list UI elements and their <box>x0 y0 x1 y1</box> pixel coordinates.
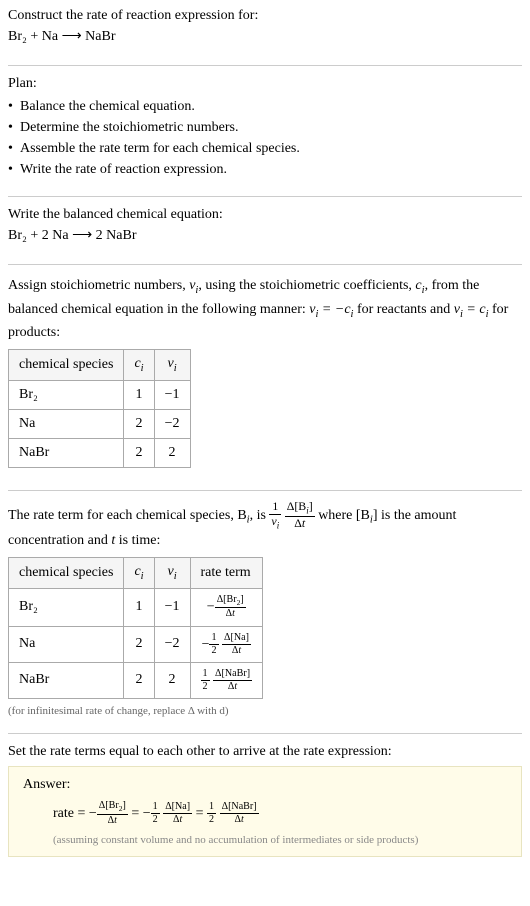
col-species: chemical species <box>9 350 124 381</box>
plan-item: Write the rate of reaction expression. <box>8 159 522 180</box>
text: Assign stoichiometric numbers, <box>8 278 189 293</box>
table-row: Br₂ 1 −1 <box>9 380 191 409</box>
plan-section: Plan: Balance the chemical equation. Det… <box>8 76 522 186</box>
divider <box>8 733 522 734</box>
species-cell: Na <box>9 409 124 438</box>
ci-cell: 1 <box>124 588 154 626</box>
divider <box>8 264 522 265</box>
rateterm-section: The rate term for each chemical species,… <box>8 501 522 723</box>
rateterm-cell: −12 Δ[Na]Δt <box>190 626 263 662</box>
table-row: Br₂ 1 −1 −Δ[Br2]Δt <box>9 588 263 626</box>
rateterm-description: The rate term for each chemical species,… <box>8 501 522 551</box>
ci-cell: 2 <box>124 626 154 662</box>
answer-label: Answer: <box>23 777 507 793</box>
frac-delta-bi-dt: Δ[Bi]Δt <box>285 501 315 530</box>
table-row: Na 2 −2 <box>9 409 191 438</box>
answer-box: Answer: rate = −Δ[Br2]Δt = −12 Δ[Na]Δt =… <box>8 766 522 857</box>
plan-item: Assemble the rate term for each chemical… <box>8 138 522 159</box>
final-title: Set the rate terms equal to each other t… <box>8 744 522 760</box>
rateterm-cell: 12 Δ[NaBr]Δt <box>190 662 263 698</box>
ci-cell: 1 <box>124 380 154 409</box>
table-caption: (for infinitesimal rate of change, repla… <box>8 705 522 717</box>
rate-expression: rate = −Δ[Br2]Δt = −12 Δ[Na]Δt = 12 Δ[Na… <box>23 799 507 830</box>
species-cell: Br₂ <box>9 380 124 409</box>
nui-cell: −1 <box>154 588 190 626</box>
nui-cell: −2 <box>154 409 190 438</box>
species-cell: NaBr <box>9 662 124 698</box>
col-nui: νi <box>154 350 190 381</box>
text: rate = <box>53 806 89 821</box>
stoich-description: Assign stoichiometric numbers, νi, using… <box>8 275 522 343</box>
balanced-title: Write the balanced chemical equation: <box>8 207 522 223</box>
nui-cell: 2 <box>154 438 190 467</box>
stoich-table: chemical species ci νi Br₂ 1 −1 Na 2 −2 … <box>8 349 191 468</box>
nu-i-symbol: νi <box>189 278 198 293</box>
species-cell: Na <box>9 626 124 662</box>
header-section: Construct the rate of reaction expressio… <box>8 8 522 55</box>
species-cell: NaBr <box>9 438 124 467</box>
divider <box>8 65 522 66</box>
problem-title: Construct the rate of reaction expressio… <box>8 8 522 24</box>
table-row: NaBr 2 2 <box>9 438 191 467</box>
plan-item: Determine the stoichiometric numbers. <box>8 117 522 138</box>
stoich-section: Assign stoichiometric numbers, νi, using… <box>8 275 522 480</box>
table-row: Na 2 −2 −12 Δ[Na]Δt <box>9 626 263 662</box>
text: The rate term for each chemical species,… <box>8 508 247 523</box>
c-i-symbol: ci <box>415 278 424 293</box>
divider <box>8 196 522 197</box>
col-nui: νi <box>154 558 190 589</box>
text: , using the stoichiometric coefficients, <box>198 278 415 293</box>
nui-cell: −1 <box>154 380 190 409</box>
plan-title: Plan: <box>8 76 522 92</box>
plan-list: Balance the chemical equation. Determine… <box>8 96 522 180</box>
table-row: NaBr 2 2 12 Δ[NaBr]Δt <box>9 662 263 698</box>
table-header-row: chemical species ci νi rate term <box>9 558 263 589</box>
species-cell: Br₂ <box>9 588 124 626</box>
text: where [B <box>318 508 370 523</box>
col-species: chemical species <box>9 558 124 589</box>
col-ci: ci <box>124 558 154 589</box>
nui-cell: 2 <box>154 662 190 698</box>
unbalanced-equation: Br₂ + Na ⟶ NaBr <box>8 28 522 45</box>
ci-cell: 2 <box>124 409 154 438</box>
balanced-equation: Br₂ + 2 Na ⟶ 2 NaBr <box>8 227 522 244</box>
rateterm-cell: −Δ[Br2]Δt <box>190 588 263 626</box>
answer-note: (assuming constant volume and no accumul… <box>23 834 507 846</box>
text: for reactants and <box>353 302 453 317</box>
frac-one-over-nui: 1νi <box>269 501 281 530</box>
divider <box>8 490 522 491</box>
col-rateterm: rate term <box>190 558 263 589</box>
table-header-row: chemical species ci νi <box>9 350 191 381</box>
relation-reactants: νi = −ci <box>309 302 353 317</box>
balanced-section: Write the balanced chemical equation: Br… <box>8 207 522 254</box>
rateterm-table: chemical species ci νi rate term Br₂ 1 −… <box>8 557 263 699</box>
col-ci: ci <box>124 350 154 381</box>
plan-item: Balance the chemical equation. <box>8 96 522 117</box>
ci-cell: 2 <box>124 438 154 467</box>
ci-cell: 2 <box>124 662 154 698</box>
final-section: Set the rate terms equal to each other t… <box>8 744 522 863</box>
text: is time: <box>115 533 160 548</box>
relation-products: νi = ci <box>454 302 489 317</box>
text: , is <box>250 508 270 523</box>
nui-cell: −2 <box>154 626 190 662</box>
